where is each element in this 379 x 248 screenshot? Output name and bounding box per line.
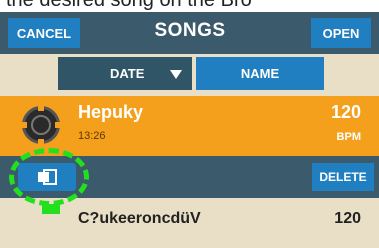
sort-bar: DATE NAME <box>0 54 379 96</box>
song-row-selected[interactable]: Hepuky 13:26 120 BPM <box>0 96 379 156</box>
disc-notch <box>38 105 44 111</box>
delete-button[interactable]: DELETE <box>312 163 374 191</box>
song-title: C?ukeeroncdüV <box>78 210 201 227</box>
sort-descending-icon <box>170 70 182 79</box>
highlight-circle <box>9 148 89 206</box>
sort-date-button[interactable]: DATE <box>58 57 192 90</box>
disc-notch <box>55 122 61 128</box>
page-title: SONGS <box>154 20 226 41</box>
instruction-caption: the desired song on the Bro <box>0 0 379 12</box>
record-disc-icon <box>21 105 61 145</box>
disc-notch <box>38 139 44 145</box>
song-bpm-value: 120 <box>330 102 361 122</box>
disc-notch <box>21 122 27 128</box>
sort-name-button[interactable]: NAME <box>196 57 324 90</box>
sort-date-label: DATE <box>110 66 145 81</box>
cancel-button[interactable]: CANCEL <box>8 18 80 48</box>
song-timestamp: 13:26 <box>78 130 106 142</box>
caption-text: the desired song on the Bro <box>6 0 252 11</box>
open-button[interactable]: OPEN <box>311 18 371 48</box>
song-row[interactable]: C?ukeeroncdüV 120 <box>0 198 379 248</box>
songs-browser: CANCEL SONGS OPEN DATE NAME Hepuky 13:26… <box>0 12 379 248</box>
song-bpm-unit: BPM <box>336 131 361 143</box>
record-disc-ring <box>31 115 51 135</box>
header-bar: CANCEL SONGS OPEN <box>0 12 379 54</box>
song-bpm-value: 120 <box>334 210 361 227</box>
song-title: Hepuky <box>78 102 144 122</box>
